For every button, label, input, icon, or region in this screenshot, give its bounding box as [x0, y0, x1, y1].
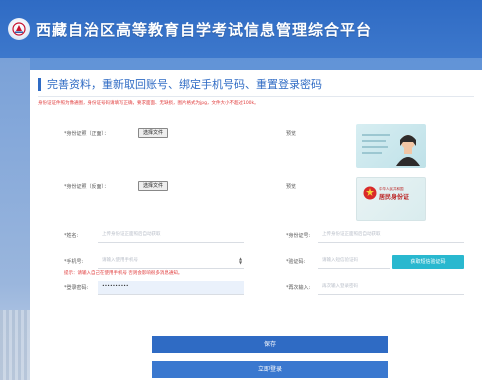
id-back-preview-label: 预览: [286, 184, 297, 190]
phone-spinner-icon[interactable]: ▲ ▼: [239, 257, 242, 265]
site-logo: [8, 18, 30, 40]
name-label: *姓名:: [64, 233, 79, 239]
upload-notice: 身份证证件照为像通图，身份证号码请填写正确，要求面面、无缺损，图片格式为jpg，…: [38, 101, 259, 106]
profile-form-card: 完善资料，重新取回账号、绑定手机号码、重置登录密码 身份证证件照为像通图，身份证…: [30, 70, 482, 380]
phone-label: *手机号:: [64, 259, 84, 265]
site-title: 西藏自治区高等教育自学考试信息管理综合平台: [36, 20, 373, 39]
site-header: 西藏自治区高等教育自学考试信息管理综合平台: [0, 0, 482, 58]
id-card-photo-icon: [362, 134, 420, 166]
section-title: 完善资料，重新取回账号、绑定手机号码、重置登录密码: [38, 78, 322, 91]
save-button[interactable]: 保存: [152, 336, 388, 353]
id-back-card-title: 居民身份证: [379, 194, 410, 201]
id-front-preview: [356, 124, 426, 168]
get-sms-code-button[interactable]: 获取短信验证码: [392, 255, 464, 269]
verify-code-input[interactable]: 请输入短信验证码: [318, 255, 390, 269]
id-back-country: 中华人民共和国: [379, 187, 404, 191]
confirm-password-label: *再次输入:: [286, 285, 311, 291]
name-input[interactable]: 上传身份证正面照后自动获取: [98, 229, 244, 243]
id-back-label: *身份证照（反面）：: [64, 184, 110, 190]
national-emblem-icon: [363, 186, 377, 200]
id-front-label: *身份证照（正面）：: [64, 131, 110, 137]
id-number-input[interactable]: 上传身份证正面照后自动获取: [318, 229, 464, 243]
verify-code-label: *验证码:: [286, 259, 306, 265]
id-front-preview-label: 预览: [286, 131, 297, 137]
id-back-preview: 中华人民共和国 居民身份证: [356, 177, 426, 221]
login-button[interactable]: 立即登录: [152, 361, 388, 378]
phone-hint: 提示：请输入自己在使用手机号 否则会影响很多消息通知。: [64, 271, 183, 276]
id-back-file-button[interactable]: 选择文件: [138, 181, 169, 191]
background-decoration: [0, 58, 30, 380]
title-divider: [38, 96, 474, 97]
emblem-icon: [12, 22, 26, 36]
password-input[interactable]: ••••••••••: [98, 281, 244, 295]
phone-input[interactable]: 请输入使用手机号: [98, 255, 244, 269]
id-number-label: *身份证号:: [286, 233, 311, 239]
id-front-file-button[interactable]: 选择文件: [138, 128, 169, 138]
password-label: *登录密码:: [64, 285, 89, 291]
confirm-password-input[interactable]: 再次输入登录密码: [318, 281, 464, 295]
